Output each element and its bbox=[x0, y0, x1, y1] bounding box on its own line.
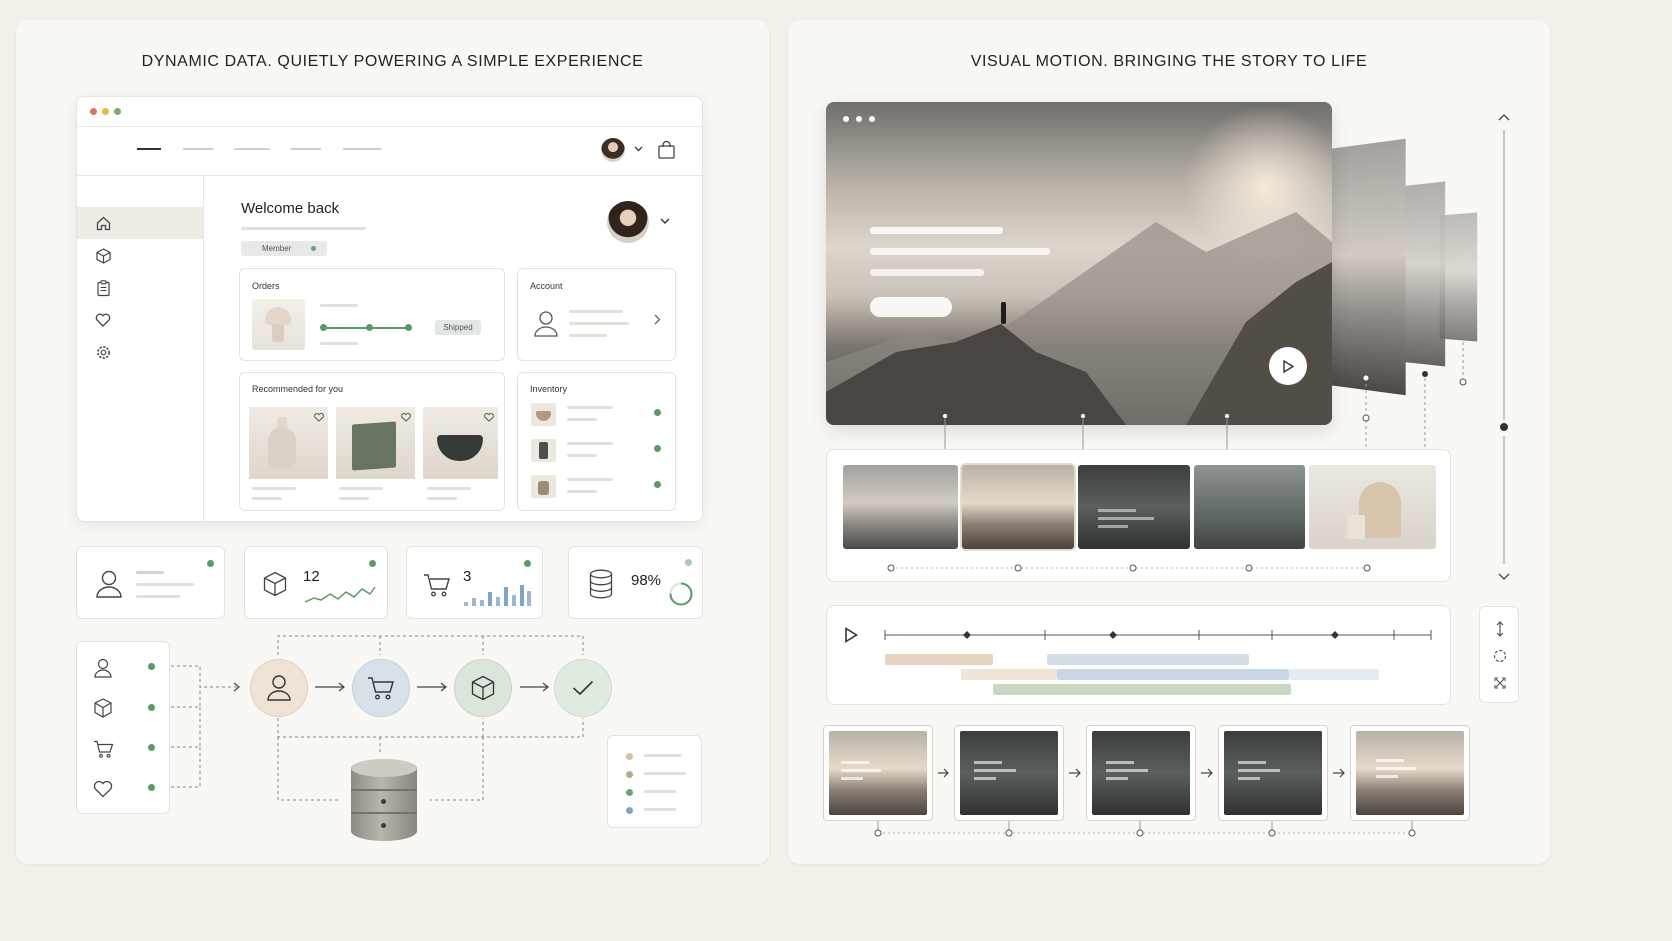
sequence-connectors bbox=[0, 0, 1672, 941]
